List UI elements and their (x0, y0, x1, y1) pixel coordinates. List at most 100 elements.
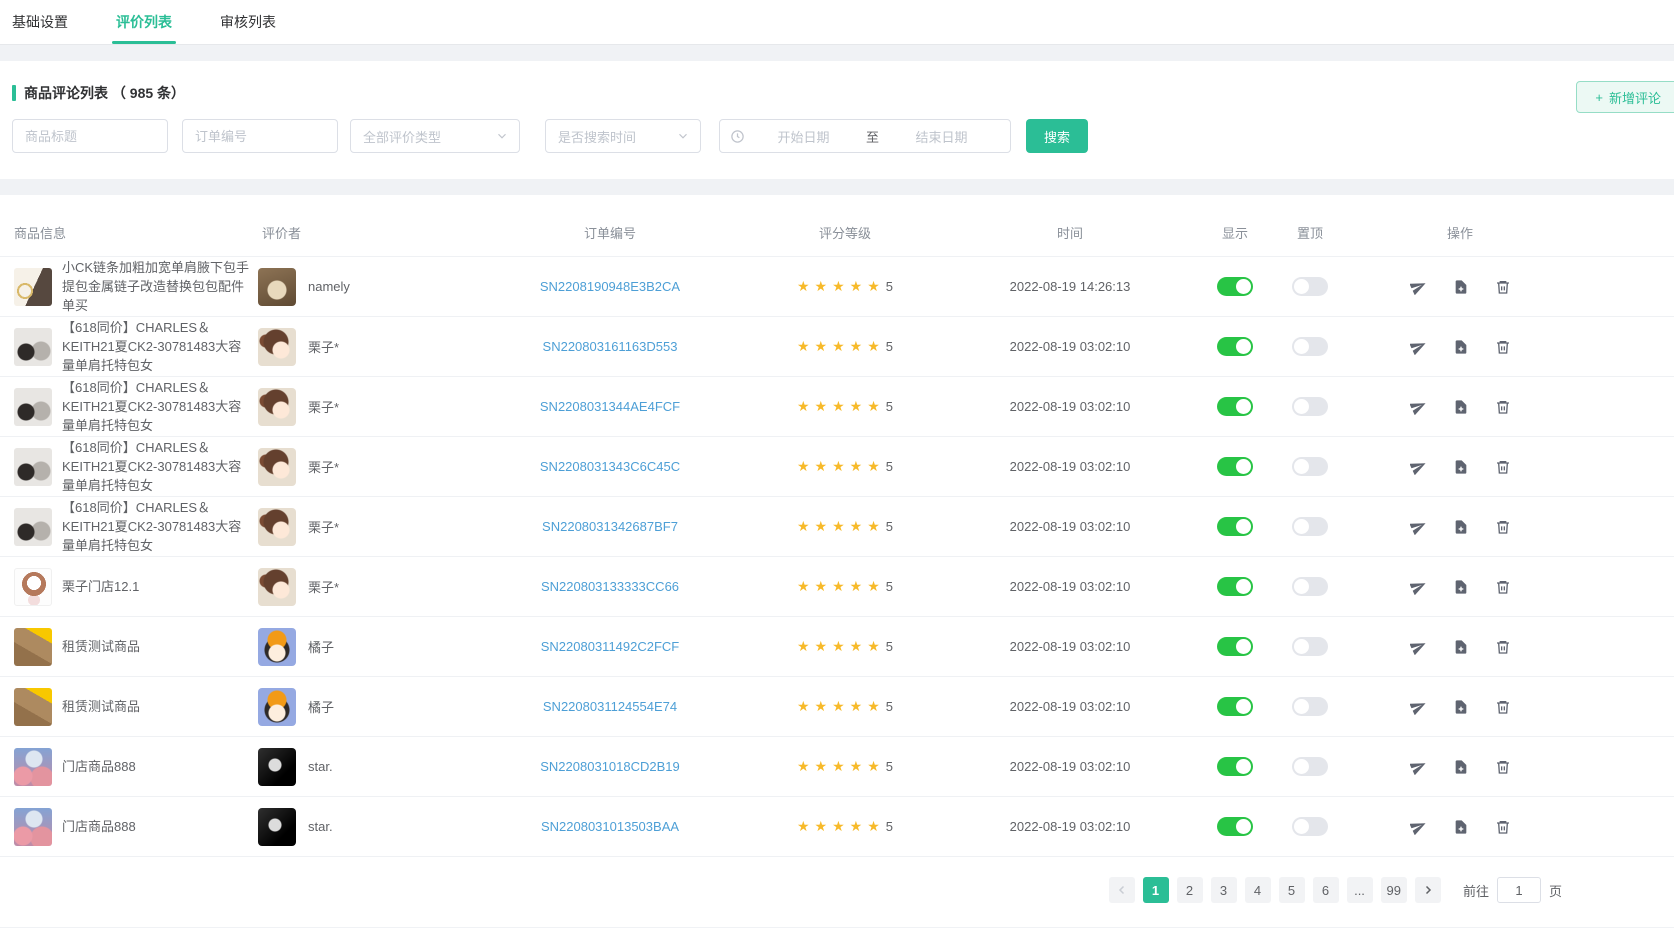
tab-audit-list[interactable]: 审核列表 (216, 0, 280, 44)
pagination: 1 2 3 4 5 6 ... 99 前往 页 (0, 877, 1674, 927)
chevron-down-icon (676, 129, 690, 143)
pin-toggle[interactable] (1292, 637, 1328, 656)
show-toggle[interactable] (1217, 517, 1253, 536)
trash-icon[interactable] (1495, 639, 1511, 655)
start-date-placeholder: 开始日期 (745, 127, 862, 146)
send-icon[interactable] (1410, 398, 1427, 415)
page-button-6[interactable]: 6 (1313, 877, 1339, 903)
chevron-down-icon (495, 129, 509, 143)
order-link[interactable]: SN2208031124554E74 (543, 699, 677, 714)
show-toggle[interactable] (1217, 397, 1253, 416)
file-plus-icon[interactable] (1453, 399, 1469, 415)
add-review-button[interactable]: + 新增评论 (1576, 81, 1674, 113)
show-toggle[interactable] (1217, 757, 1253, 776)
product-title: 租赁测试商品 (62, 637, 250, 656)
file-plus-icon[interactable] (1453, 819, 1469, 835)
show-toggle[interactable] (1217, 457, 1253, 476)
page-button-99[interactable]: 99 (1381, 877, 1407, 903)
trash-icon[interactable] (1495, 399, 1511, 415)
order-link[interactable]: SN2208190948E3B2CA (540, 279, 680, 294)
trash-icon[interactable] (1495, 459, 1511, 475)
send-icon[interactable] (1410, 518, 1427, 535)
tab-basic-settings[interactable]: 基础设置 (8, 0, 72, 44)
send-icon[interactable] (1410, 338, 1427, 355)
panel-title-row: 商品评论列表 （ 985 条） (12, 83, 1674, 103)
search-button[interactable]: 搜索 (1026, 119, 1088, 153)
page-button-4[interactable]: 4 (1245, 877, 1271, 903)
page-button-2[interactable]: 2 (1177, 877, 1203, 903)
file-plus-icon[interactable] (1453, 639, 1469, 655)
next-page-button[interactable] (1415, 877, 1441, 903)
send-icon[interactable] (1410, 278, 1427, 295)
order-link[interactable]: SN220803161163D553 (543, 339, 678, 354)
file-plus-icon[interactable] (1453, 759, 1469, 775)
order-link[interactable]: SN2208031018CD2B19 (540, 759, 680, 774)
order-no-input[interactable] (182, 119, 338, 153)
product-title-input[interactable] (12, 119, 168, 153)
trash-icon[interactable] (1495, 519, 1511, 535)
pin-toggle[interactable] (1292, 517, 1328, 536)
clock-icon (730, 129, 745, 144)
trash-icon[interactable] (1495, 699, 1511, 715)
show-toggle[interactable] (1217, 277, 1253, 296)
send-icon[interactable] (1410, 758, 1427, 775)
send-icon[interactable] (1410, 458, 1427, 475)
file-plus-icon[interactable] (1453, 339, 1469, 355)
send-icon[interactable] (1410, 578, 1427, 595)
order-link[interactable]: SN2208031013503BAA (541, 819, 679, 834)
trash-icon[interactable] (1495, 279, 1511, 295)
prev-page-button[interactable] (1109, 877, 1135, 903)
pin-toggle[interactable] (1292, 397, 1328, 416)
pin-toggle[interactable] (1292, 697, 1328, 716)
review-type-select[interactable]: 全部评价类型 (350, 119, 520, 153)
send-icon[interactable] (1410, 818, 1427, 835)
file-plus-icon[interactable] (1453, 579, 1469, 595)
trash-icon[interactable] (1495, 339, 1511, 355)
file-plus-icon[interactable] (1453, 519, 1469, 535)
plus-icon: + (1595, 90, 1603, 105)
product-image (14, 268, 52, 306)
file-plus-icon[interactable] (1453, 459, 1469, 475)
end-date-placeholder: 结束日期 (883, 127, 1000, 146)
show-toggle[interactable] (1217, 637, 1253, 656)
search-time-select[interactable]: 是否搜索时间 (545, 119, 701, 153)
goto-page-input[interactable] (1497, 877, 1541, 903)
file-plus-icon[interactable] (1453, 699, 1469, 715)
pin-toggle[interactable] (1292, 757, 1328, 776)
page-button-1[interactable]: 1 (1143, 877, 1169, 903)
show-toggle[interactable] (1217, 577, 1253, 596)
tab-review-list[interactable]: 评价列表 (112, 0, 176, 44)
page-button-3[interactable]: 3 (1211, 877, 1237, 903)
order-link[interactable]: SN22080311492C2FCF (541, 639, 680, 654)
send-icon[interactable] (1410, 698, 1427, 715)
pin-toggle[interactable] (1292, 337, 1328, 356)
show-toggle[interactable] (1217, 697, 1253, 716)
tab-label: 评价列表 (116, 12, 172, 32)
order-link[interactable]: SN2208031343C6C45C (540, 459, 680, 474)
file-plus-icon[interactable] (1453, 279, 1469, 295)
trash-icon[interactable] (1495, 579, 1511, 595)
trash-icon[interactable] (1495, 819, 1511, 835)
date-range-picker[interactable]: 开始日期 至 结束日期 (719, 119, 1011, 153)
tab-label: 审核列表 (220, 12, 276, 32)
pin-toggle[interactable] (1292, 817, 1328, 836)
product-image (14, 448, 52, 486)
pin-toggle[interactable] (1292, 457, 1328, 476)
order-link[interactable]: SN220803133333CC66 (541, 579, 679, 594)
review-time: 2022-08-19 03:02:10 (950, 759, 1190, 774)
trash-icon[interactable] (1495, 759, 1511, 775)
star-rating (797, 638, 885, 655)
page-ellipsis[interactable]: ... (1347, 877, 1373, 903)
show-toggle[interactable] (1217, 337, 1253, 356)
pin-toggle[interactable] (1292, 577, 1328, 596)
order-link[interactable]: SN2208031342687BF7 (542, 519, 678, 534)
send-icon[interactable] (1410, 638, 1427, 655)
page-button-5[interactable]: 5 (1279, 877, 1305, 903)
pin-toggle[interactable] (1292, 277, 1328, 296)
order-link[interactable]: SN2208031344AE4FCF (540, 399, 680, 414)
product-image (14, 628, 52, 666)
avatar (258, 748, 296, 786)
show-toggle[interactable] (1217, 817, 1253, 836)
reviewer-name: 栗子* (308, 577, 339, 596)
tab-label: 基础设置 (12, 12, 68, 32)
